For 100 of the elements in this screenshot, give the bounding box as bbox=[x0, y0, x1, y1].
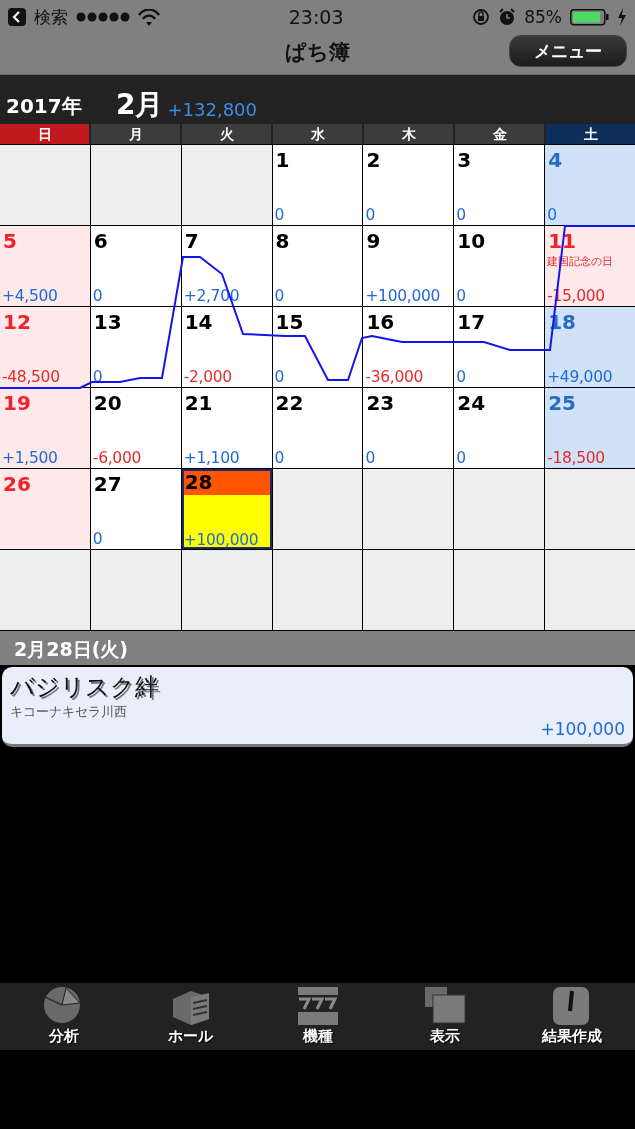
day-cell[interactable]: 28 +100,000 bbox=[181, 469, 272, 549]
day-amount: -6,000 bbox=[92, 449, 142, 467]
day-amount: 0 bbox=[274, 206, 286, 224]
charging-icon bbox=[617, 8, 627, 26]
day-cell[interactable]: 6 0 bbox=[90, 226, 181, 306]
day-number: 16 bbox=[365, 309, 396, 335]
day-cell[interactable]: 23 0 bbox=[363, 388, 454, 468]
day-number: 24 bbox=[456, 390, 487, 416]
day-cell[interactable]: 3 0 bbox=[454, 145, 545, 225]
day-number: 3 bbox=[456, 147, 473, 173]
day-cell[interactable]: 4 0 bbox=[545, 145, 635, 225]
day-cell[interactable]: 9 +100,000 bbox=[363, 226, 454, 306]
day-amount: +100,000 bbox=[365, 287, 442, 305]
day-amount: -2,000 bbox=[183, 368, 233, 386]
weekday-header: 木 bbox=[364, 124, 453, 144]
tab-button[interactable]: 分析 bbox=[8, 983, 119, 1050]
tab-button[interactable]: 結果作成 bbox=[516, 983, 627, 1050]
weekday-header: 水 bbox=[273, 124, 362, 144]
tab-button[interactable]: 表示 bbox=[389, 983, 500, 1050]
day-number: 8 bbox=[274, 228, 291, 254]
day-cell[interactable]: 12 -48,500 bbox=[0, 307, 90, 387]
day-cell[interactable]: 15 0 bbox=[272, 307, 363, 387]
day-amount: -36,000 bbox=[365, 368, 425, 386]
day-amount: 0 bbox=[365, 206, 376, 224]
day-cell[interactable]: 16 -36,000 bbox=[363, 307, 454, 387]
alarm-icon bbox=[498, 8, 517, 26]
day-cell[interactable]: 20 -6,000 bbox=[90, 388, 181, 468]
clock-time: 23:03 bbox=[288, 6, 344, 28]
slot-machine-icon bbox=[295, 985, 340, 1027]
day-amount: -48,500 bbox=[2, 368, 61, 386]
day-number: 14 bbox=[183, 309, 214, 335]
day-cell[interactable]: 8 0 bbox=[272, 226, 363, 306]
weekday-header: 月 bbox=[91, 124, 180, 144]
weekday-header: 土 bbox=[546, 124, 635, 144]
day-number: 6 bbox=[92, 228, 109, 254]
result-amount: +100,000 bbox=[540, 719, 625, 739]
day-number: 5 bbox=[2, 228, 18, 254]
tab-button[interactable]: 機種 bbox=[262, 983, 373, 1050]
result-card[interactable]: バジリスク絆 キコーナキセラ川西 +100,000 bbox=[2, 667, 633, 747]
day-cell[interactable]: 14 -2,000 bbox=[181, 307, 272, 387]
day-number: 7 bbox=[183, 228, 200, 254]
day-amount: 0 bbox=[456, 287, 467, 305]
year-label: 2017年 bbox=[6, 93, 83, 120]
day-number: 20 bbox=[92, 390, 123, 416]
day-amount: 0 bbox=[365, 449, 376, 467]
day-number: 17 bbox=[456, 309, 487, 335]
day-cell[interactable]: 5 +4,500 bbox=[0, 226, 90, 306]
month-label: 2月 bbox=[116, 90, 164, 120]
day-cell[interactable]: 26 bbox=[0, 469, 90, 549]
day-number: 13 bbox=[92, 309, 123, 335]
day-number: 27 bbox=[92, 471, 123, 497]
day-cell[interactable]: 10 0 bbox=[454, 226, 545, 306]
windows-icon bbox=[422, 985, 467, 1027]
day-amount: +100,000 bbox=[182, 531, 260, 549]
machine-name: バジリスク絆 bbox=[10, 672, 160, 703]
day-number: 10 bbox=[456, 228, 487, 254]
day-cell[interactable]: 2 0 bbox=[363, 145, 454, 225]
day-amount: +1,100 bbox=[183, 449, 241, 467]
day-number: 23 bbox=[365, 390, 396, 416]
day-amount: 0 bbox=[92, 287, 104, 305]
tab-button[interactable]: ホール bbox=[135, 983, 246, 1050]
day-cell[interactable]: 27 0 bbox=[90, 469, 181, 549]
day-number: 19 bbox=[2, 390, 32, 416]
day-number: 12 bbox=[2, 309, 32, 335]
day-amount: 0 bbox=[274, 368, 286, 386]
day-number: 4 bbox=[547, 147, 564, 173]
day-cell[interactable]: 21 +1,100 bbox=[181, 388, 272, 468]
day-number: 15 bbox=[274, 309, 305, 335]
back-label[interactable]: 検索 bbox=[34, 5, 68, 29]
day-number: 1 bbox=[274, 147, 291, 173]
day-amount: 0 bbox=[456, 449, 467, 467]
day-cell[interactable]: 19 +1,500 bbox=[0, 388, 90, 468]
battery-icon bbox=[570, 8, 609, 26]
day-amount: 0 bbox=[274, 449, 286, 467]
app-title: ぱち簿 bbox=[285, 39, 350, 66]
wifi-icon bbox=[138, 8, 160, 26]
day-number: 22 bbox=[274, 390, 305, 416]
month-total: +132,800 bbox=[167, 99, 257, 120]
day-cell[interactable]: 24 0 bbox=[454, 388, 545, 468]
selected-date: 2月28日(火) bbox=[0, 631, 635, 665]
day-amount: -18,500 bbox=[547, 449, 606, 467]
day-number: 26 bbox=[2, 471, 32, 497]
weekday-header: 日 bbox=[0, 124, 89, 144]
day-cell[interactable]: 1 0 bbox=[272, 145, 363, 225]
day-amount: +1,500 bbox=[2, 449, 59, 467]
hall-name: キコーナキセラ川西 bbox=[10, 703, 128, 721]
day-amount: +4,500 bbox=[2, 287, 59, 305]
day-number: 2 bbox=[365, 147, 382, 173]
weekday-header: 金 bbox=[455, 124, 544, 144]
day-cell[interactable]: 17 0 bbox=[454, 307, 545, 387]
day-cell[interactable]: 22 0 bbox=[272, 388, 363, 468]
battery-percent: 85% bbox=[524, 7, 562, 27]
signal-icon bbox=[76, 12, 130, 22]
rotation-lock-icon bbox=[472, 8, 491, 26]
weekday-header: 火 bbox=[182, 124, 271, 144]
day-number: 9 bbox=[365, 228, 382, 254]
day-number: 28 bbox=[181, 469, 272, 495]
menu-button[interactable]: メニュー bbox=[509, 35, 627, 67]
day-cell[interactable]: 25 -18,500 bbox=[545, 388, 635, 468]
day-amount: 0 bbox=[92, 530, 104, 548]
